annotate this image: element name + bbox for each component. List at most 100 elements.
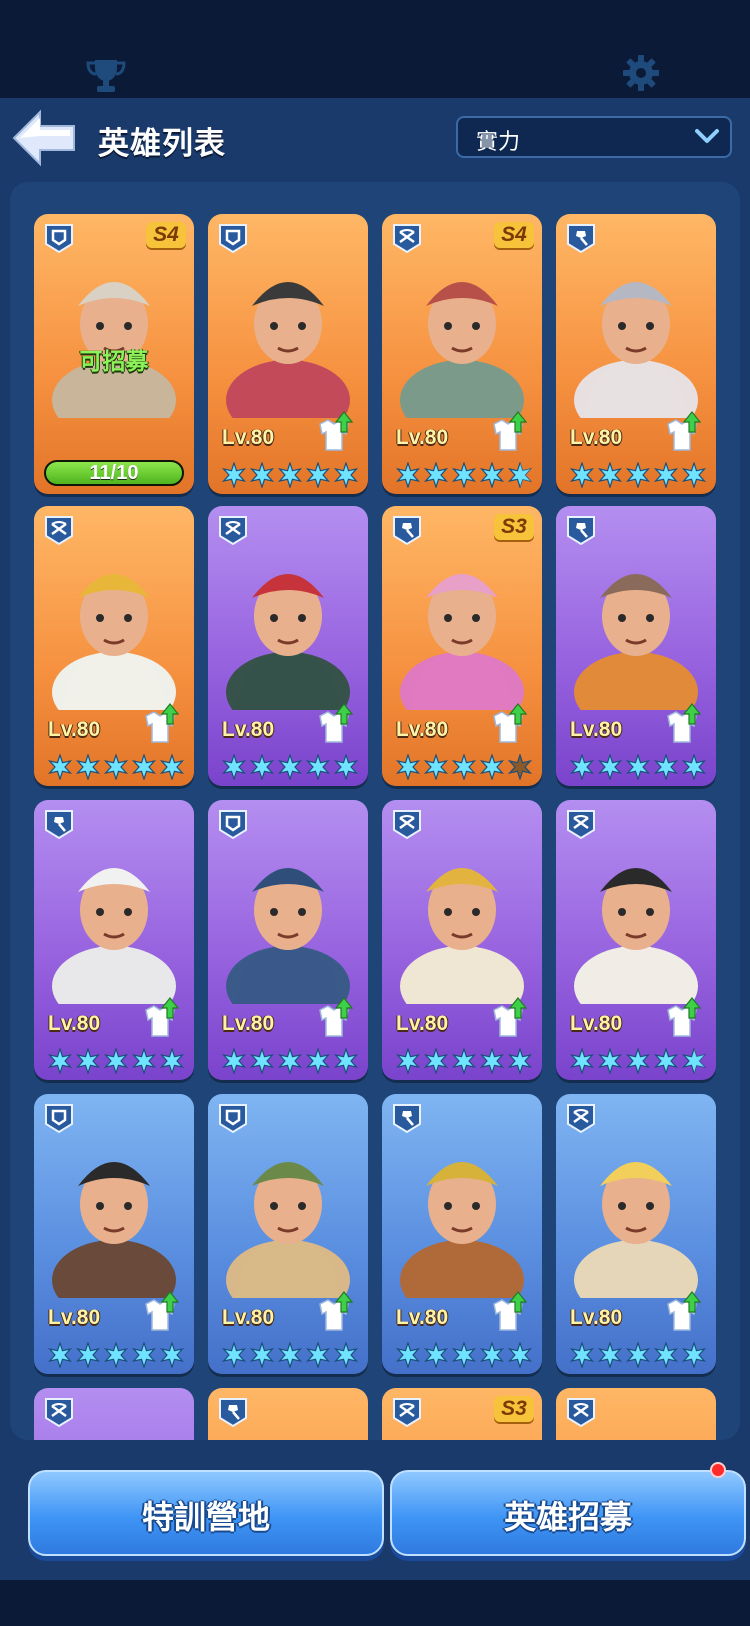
shovel-role-icon <box>45 810 73 840</box>
season-badge: S4 <box>146 222 186 248</box>
equipment-upgrade-icon[interactable] <box>314 996 356 1040</box>
star-rating <box>47 754 185 780</box>
hero-level: Lv.80 <box>396 1306 449 1329</box>
star <box>305 1342 331 1368</box>
hero-level: Lv.80 <box>570 426 623 449</box>
equipment-upgrade-icon[interactable] <box>314 702 356 746</box>
shield-role-icon <box>45 1104 73 1134</box>
hero-portrait <box>400 868 524 1004</box>
hero-card-goggle-girl[interactable]: Lv.80 <box>556 214 716 494</box>
star <box>451 1048 477 1074</box>
crossbow-role-icon <box>393 224 421 254</box>
star <box>277 462 303 488</box>
equipment-upgrade-icon[interactable] <box>662 410 704 454</box>
hero-portrait <box>52 282 176 418</box>
star <box>479 1048 505 1074</box>
hero-card-red-beret-girl[interactable]: S4 Lv.80 <box>382 214 542 494</box>
hero-level: Lv.80 <box>222 718 275 741</box>
star-rating <box>221 754 359 780</box>
star-rating <box>569 1048 707 1074</box>
star <box>597 754 623 780</box>
star <box>569 462 595 488</box>
equipment-upgrade-icon[interactable] <box>488 1290 530 1334</box>
crossbow-role-icon <box>45 516 73 546</box>
equipment-upgrade-icon[interactable] <box>140 996 182 1040</box>
equipment-upgrade-icon[interactable] <box>662 996 704 1040</box>
hero-card-chef-beard[interactable]: Lv.80 <box>34 800 194 1080</box>
equipment-upgrade-icon[interactable] <box>488 702 530 746</box>
hero-portrait <box>226 282 350 418</box>
star <box>221 1048 247 1074</box>
shield-role-icon <box>219 810 247 840</box>
sort-dropdown[interactable]: 實力 <box>456 116 732 158</box>
star <box>131 1048 157 1074</box>
star <box>395 462 421 488</box>
star <box>47 1342 73 1368</box>
hero-card-blonde-hair-woman[interactable]: Lv.80 <box>556 1094 716 1374</box>
star-rating <box>221 1342 359 1368</box>
equipment-upgrade-icon[interactable] <box>662 1290 704 1334</box>
bottom-bar <box>0 1580 750 1626</box>
training-camp-label: 特訓營地 <box>141 1499 270 1535</box>
star <box>221 1342 247 1368</box>
training-camp-button[interactable]: 特訓營地 <box>28 1470 384 1556</box>
hero-level: Lv.80 <box>48 718 101 741</box>
equipment-upgrade-icon[interactable] <box>662 702 704 746</box>
gear-icon[interactable] <box>622 54 660 92</box>
hero-card-partial-1[interactable] <box>34 1388 194 1440</box>
shovel-role-icon <box>567 224 595 254</box>
equipment-upgrade-icon[interactable] <box>314 1290 356 1334</box>
star <box>159 1048 185 1074</box>
hero-portrait <box>400 282 524 418</box>
star <box>249 754 275 780</box>
hero-card-scarf-girl[interactable]: Lv.80 <box>556 800 716 1080</box>
hero-card-earmuff-woman[interactable]: S3 Lv.80 <box>382 506 542 786</box>
hero-card-partial-2[interactable] <box>208 1388 368 1440</box>
hero-portrait <box>574 1162 698 1298</box>
star <box>451 1342 477 1368</box>
season-badge: S4 <box>494 222 534 248</box>
hero-card-miner-helmet-man[interactable]: Lv.80 <box>34 506 194 786</box>
hero-card-viking-goggle-dwarf[interactable]: Lv.80 <box>556 506 716 786</box>
hero-card-hooded-scout[interactable]: S4 可招募 11/10 <box>34 214 194 494</box>
equipment-upgrade-icon[interactable] <box>140 702 182 746</box>
hero-card-welder-mask-hero[interactable]: Lv.80 <box>208 214 368 494</box>
hero-card-red-hair-woman[interactable]: Lv.80 <box>208 506 368 786</box>
hero-card-police-hat-man[interactable]: Lv.80 <box>208 800 368 1080</box>
hero-portrait <box>226 574 350 710</box>
recruitable-label: 可招募 <box>79 348 149 374</box>
star <box>625 1342 651 1368</box>
equipment-upgrade-icon[interactable] <box>314 410 356 454</box>
back-button[interactable] <box>10 108 80 168</box>
star <box>249 1342 275 1368</box>
equipment-upgrade-icon[interactable] <box>488 996 530 1040</box>
star <box>103 1342 129 1368</box>
hero-level: Lv.80 <box>222 1306 275 1329</box>
equipment-upgrade-icon[interactable] <box>488 410 530 454</box>
star <box>305 462 331 488</box>
star-rating <box>47 1342 185 1368</box>
star-rating <box>47 1048 185 1074</box>
hero-card-partial-4[interactable] <box>556 1388 716 1440</box>
hero-card-goggle-beard[interactable]: Lv.80 <box>34 1094 194 1374</box>
star <box>395 1342 421 1368</box>
hero-recruit-label: 英雄招募 <box>503 1499 632 1535</box>
trophy-icon[interactable] <box>86 58 126 94</box>
hero-card-partial-3[interactable]: S3 <box>382 1388 542 1440</box>
star <box>131 754 157 780</box>
hero-recruit-button[interactable]: 英雄招募 <box>390 1470 746 1556</box>
hero-portrait <box>574 868 698 1004</box>
crossbow-role-icon <box>219 516 247 546</box>
equipment-upgrade-icon[interactable] <box>140 1290 182 1334</box>
star <box>277 1048 303 1074</box>
star <box>597 462 623 488</box>
star <box>333 754 359 780</box>
hero-card-aviator-blonde-man[interactable]: Lv.80 <box>382 800 542 1080</box>
star <box>47 754 73 780</box>
star <box>159 754 185 780</box>
hero-card-fur-hat-beard[interactable]: Lv.80 <box>208 1094 368 1374</box>
hero-card-cap-mustache[interactable]: Lv.80 <box>382 1094 542 1374</box>
star <box>103 1048 129 1074</box>
star <box>681 1342 707 1368</box>
star <box>423 1342 449 1368</box>
